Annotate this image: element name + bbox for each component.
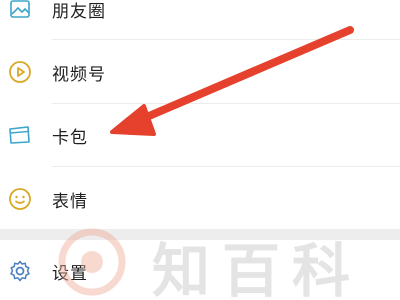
screen: 朋友圈 视频号 卡包 表情 设置 知百科 <box>0 0 400 300</box>
play-circle-icon <box>8 60 32 84</box>
menu-item-channels[interactable]: 视频号 <box>0 43 400 101</box>
divider <box>52 166 400 167</box>
menu-item-label: 卡包 <box>52 127 88 148</box>
menu-item-label: 设置 <box>52 263 88 284</box>
menu-item-settings[interactable]: 设置 <box>0 242 400 300</box>
menu-item-label: 朋友圈 <box>52 1 106 22</box>
menu-item-stickers[interactable]: 表情 <box>0 170 400 228</box>
gear-icon <box>8 259 32 283</box>
menu-item-label: 表情 <box>52 191 88 212</box>
card-wallet-icon <box>8 123 32 147</box>
menu-item-moments[interactable]: 朋友圈 <box>0 0 400 38</box>
divider <box>52 39 400 40</box>
divider <box>52 103 400 104</box>
section-gap <box>0 229 400 240</box>
photo-icon <box>8 0 32 21</box>
menu-item-cards[interactable]: 卡包 <box>0 106 400 164</box>
menu-item-label: 视频号 <box>52 64 106 85</box>
smiley-icon <box>8 187 32 211</box>
